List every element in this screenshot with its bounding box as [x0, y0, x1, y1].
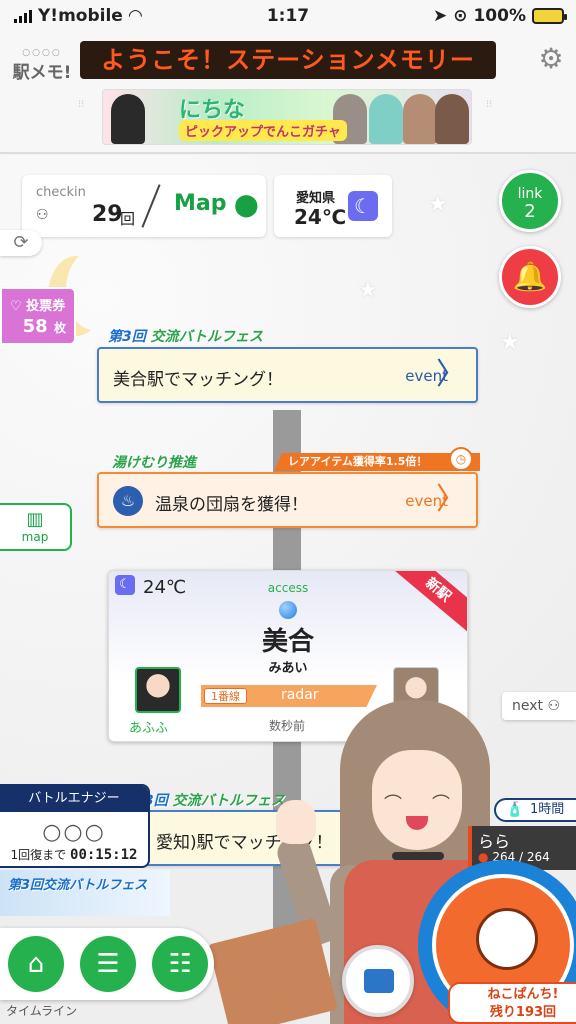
punch-label: ねこぱんち! 残り193回 [448, 982, 576, 1024]
recover-label: 1回復まで [10, 848, 67, 862]
checkin-count: 29 [92, 202, 123, 227]
energy-title: バトルエナジー [0, 786, 148, 812]
checkin-label: checkin [36, 185, 86, 200]
punch-line1: ねこぱんち! [487, 987, 559, 1002]
rider-icon: ⚇ [36, 207, 49, 223]
skill-button-inner: ねこぱんち! 残り193回 [432, 874, 576, 1024]
event-text: 美合駅でマッチング！ [113, 370, 283, 390]
energy-circles: ○○○ [42, 820, 106, 845]
character-choker [392, 852, 444, 860]
vote-label: ♡ 投票券 [10, 299, 66, 314]
line-number: 1番線 [204, 688, 247, 704]
checkin-card[interactable]: checkin ⚇ 29 回 Map ⬤ [22, 175, 266, 237]
recover-time: 00:15:12 [70, 847, 138, 863]
energy-recover: 1回復まで 00:15:12 [0, 846, 148, 863]
fest-title: 交流バトルフェス [150, 329, 264, 345]
vote-ticket-button[interactable]: ♡ 投票券 58 枚 [0, 287, 76, 345]
app-header: ○○○○ 駅メモ! ようこそ！ステーションメモリー ⚙ ⁝⁝ ⁝⁝ にちな ピッ… [0, 34, 576, 154]
event-onsen-fan[interactable]: ♨ 温泉の団扇を獲得！ event 〉 [97, 472, 478, 528]
next-label: next [512, 698, 544, 714]
clock-icon: ◷ [449, 447, 473, 471]
weather-card: 愛知県 24℃ ☾ [274, 175, 392, 237]
banner-character [111, 94, 145, 144]
rider-icon: ⚇ [547, 698, 561, 714]
banner-subtitle: ピックアップでんこガチャ [179, 120, 347, 141]
chevron-right-icon: 〉 [436, 357, 466, 392]
link-label: link [517, 186, 543, 202]
chevron-right-icon: 〉 [436, 482, 466, 517]
battery-info: ➤ ⊙ 100% [432, 6, 567, 26]
user-avatar[interactable] [135, 667, 181, 713]
station-name: 美合 [261, 627, 314, 657]
fest-strip[interactable]: 第3回交流バトルフェス [0, 870, 170, 916]
app-logo: ○○○○ 駅メモ! [10, 48, 74, 98]
status-bar: Y!mobile ◠ 1:17 ➤ ⊙ 100% [0, 0, 576, 34]
welcome-marquee: ようこそ！ステーションメモリー [80, 41, 496, 79]
timeline-list-icon[interactable]: ☰ [80, 936, 136, 992]
map-button-label: map [21, 530, 49, 544]
next-button[interactable]: next ⚇ [502, 692, 576, 720]
denko-face-icon [476, 908, 538, 970]
logo-text: 駅メモ! [12, 63, 72, 83]
access-orb-icon [279, 601, 297, 619]
fest-tag: 第3回 交流バトルフェス [130, 790, 285, 810]
temperature: 24℃ [294, 205, 347, 229]
skill-button[interactable]: ねこぱんち! 残り193回 [418, 860, 576, 1024]
star-decoration: ★ [358, 278, 378, 303]
character-eyes: ⌒ ⌒ [384, 794, 450, 815]
briefcase-button[interactable] [342, 945, 414, 1017]
bottom-nav: ⌂ ☰ ☷ [0, 928, 214, 1000]
link-count: 2 [524, 201, 536, 222]
battle-energy-panel: バトルエナジー ○○○ 1回復まで 00:15:12 [0, 784, 150, 868]
banner-character [369, 94, 403, 144]
logo-dots: ○○○○ [22, 48, 62, 58]
character-hand [276, 800, 316, 844]
checkin-unit: 回 [120, 210, 136, 228]
bell-icon[interactable]: 🔔 [499, 246, 561, 308]
timeline-label: タイムライン [6, 1004, 78, 1018]
map-button[interactable]: ▥ map [0, 503, 72, 551]
gacha-banner[interactable]: にちな ピックアップでんこガチャ [102, 89, 472, 145]
banner-character [435, 94, 469, 144]
vote-count-wrap: 58 枚 [23, 316, 66, 337]
rotation-lock-icon: ⊙ [453, 6, 468, 26]
fest-strip-label: 第3回交流バトルフェス [8, 878, 148, 893]
vote-unit: 枚 [53, 321, 66, 335]
partner-name: らら [478, 832, 511, 851]
fest-number: 第3回 [108, 329, 146, 345]
star-decoration: ★ [428, 192, 448, 217]
fest-title: 交流バトルフェス [172, 793, 286, 809]
divider [141, 184, 161, 228]
user-name: あふふ [129, 721, 169, 736]
battery-icon [532, 8, 567, 24]
event-text: 温泉の団扇を獲得！ [155, 495, 308, 515]
map-link[interactable]: Map [174, 191, 227, 216]
location-icon: ➤ [432, 6, 448, 26]
refresh-icon[interactable]: ⟳ [0, 230, 42, 256]
vote-count: 58 [22, 316, 48, 337]
decor-dots-left: ⁝⁝ [78, 99, 85, 110]
map-pin-icon: ⬤ [234, 193, 259, 218]
link-button[interactable]: link 2 [499, 170, 561, 232]
banner-character [403, 94, 437, 144]
briefcase-icon [364, 969, 394, 993]
fan-icon: ♨ [113, 486, 143, 516]
bottle-icon: 🧴 [506, 802, 524, 818]
prefecture: 愛知県 [296, 191, 336, 206]
train-list-icon[interactable]: ☷ [152, 936, 208, 992]
onsen-tag: 湯けむり推進 [112, 455, 196, 471]
battery-percent: 100% [473, 6, 526, 26]
time-badge-label: 1時間 [530, 802, 565, 817]
time-badge: 🧴 1時間 [494, 798, 576, 822]
moon-icon: ☾ [348, 191, 378, 221]
gear-icon[interactable]: ⚙ [536, 44, 566, 74]
decor-dots-right: ⁝⁝ [486, 99, 493, 110]
home-icon[interactable]: ⌂ [8, 936, 64, 992]
fest-tag: 第3回 交流バトルフェス [108, 326, 263, 346]
star-decoration: ★ [500, 330, 520, 355]
punch-line2: 残り193回 [489, 1005, 557, 1020]
event-matching-miai[interactable]: 美合駅でマッチング！ event 〉 [97, 347, 478, 403]
map-icon: ▥ [26, 509, 44, 530]
